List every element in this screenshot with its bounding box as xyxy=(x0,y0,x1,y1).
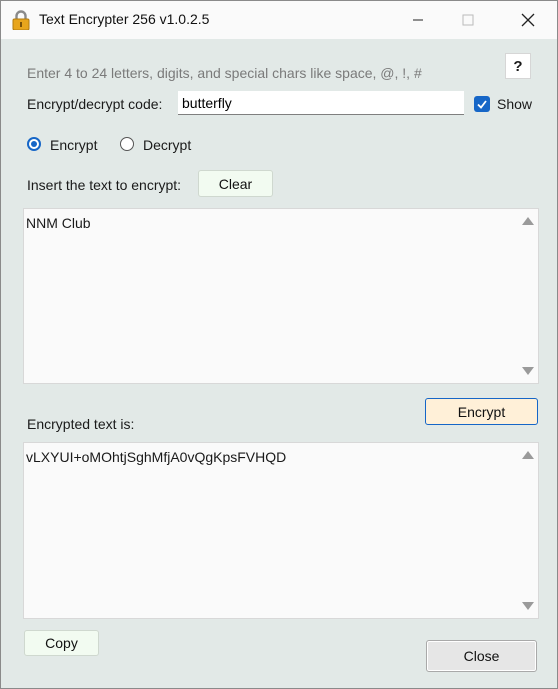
scroll-down-icon[interactable] xyxy=(522,602,534,610)
clear-button[interactable]: Clear xyxy=(198,170,273,197)
input-textarea[interactable]: NNM Club xyxy=(23,208,539,384)
output-textarea[interactable]: vLXYUI+oMOhtjSghMfjA0vQgKpsFVHQD xyxy=(23,442,539,619)
encrypt-radio[interactable] xyxy=(27,137,41,151)
code-hint: Enter 4 to 24 letters, digits, and speci… xyxy=(27,65,422,81)
output-scrollbar[interactable] xyxy=(518,443,538,618)
padlock-icon xyxy=(12,10,30,30)
show-checkbox[interactable] xyxy=(474,96,490,112)
output-text: vLXYUI+oMOhtjSghMfjA0vQgKpsFVHQD xyxy=(26,449,287,465)
code-label: Encrypt/decrypt code: xyxy=(27,96,163,112)
maximize-button[interactable] xyxy=(445,1,491,39)
window-title: Text Encrypter 256 v1.0.2.5 xyxy=(39,11,210,27)
close-window-button[interactable] xyxy=(505,1,551,39)
code-input[interactable] xyxy=(178,91,464,115)
scroll-down-icon[interactable] xyxy=(522,367,534,375)
output-label: Encrypted text is: xyxy=(27,416,135,432)
encrypt-radio-label: Encrypt xyxy=(50,137,98,153)
maximize-icon xyxy=(462,14,474,26)
title-bar[interactable]: Text Encrypter 256 v1.0.2.5 xyxy=(1,1,557,39)
app-window: Text Encrypter 256 v1.0.2.5 Enter 4 to 2… xyxy=(0,0,558,689)
checkmark-icon xyxy=(477,100,487,109)
decrypt-radio[interactable] xyxy=(120,137,134,151)
scroll-up-icon[interactable] xyxy=(522,451,534,459)
input-text: NNM Club xyxy=(26,215,91,231)
show-label: Show xyxy=(497,96,533,112)
help-button[interactable]: ? xyxy=(505,53,531,79)
minimize-button[interactable] xyxy=(395,1,441,39)
decrypt-radio-label: Decrypt xyxy=(143,137,192,153)
scroll-up-icon[interactable] xyxy=(522,217,534,225)
encrypt-button[interactable]: Encrypt xyxy=(425,398,538,425)
copy-button[interactable]: Copy xyxy=(24,630,99,656)
close-button[interactable]: Close xyxy=(426,640,537,672)
input-scrollbar[interactable] xyxy=(518,209,538,383)
minimize-icon xyxy=(413,19,423,21)
close-icon xyxy=(521,13,535,27)
input-label: Insert the text to encrypt: xyxy=(27,177,182,193)
